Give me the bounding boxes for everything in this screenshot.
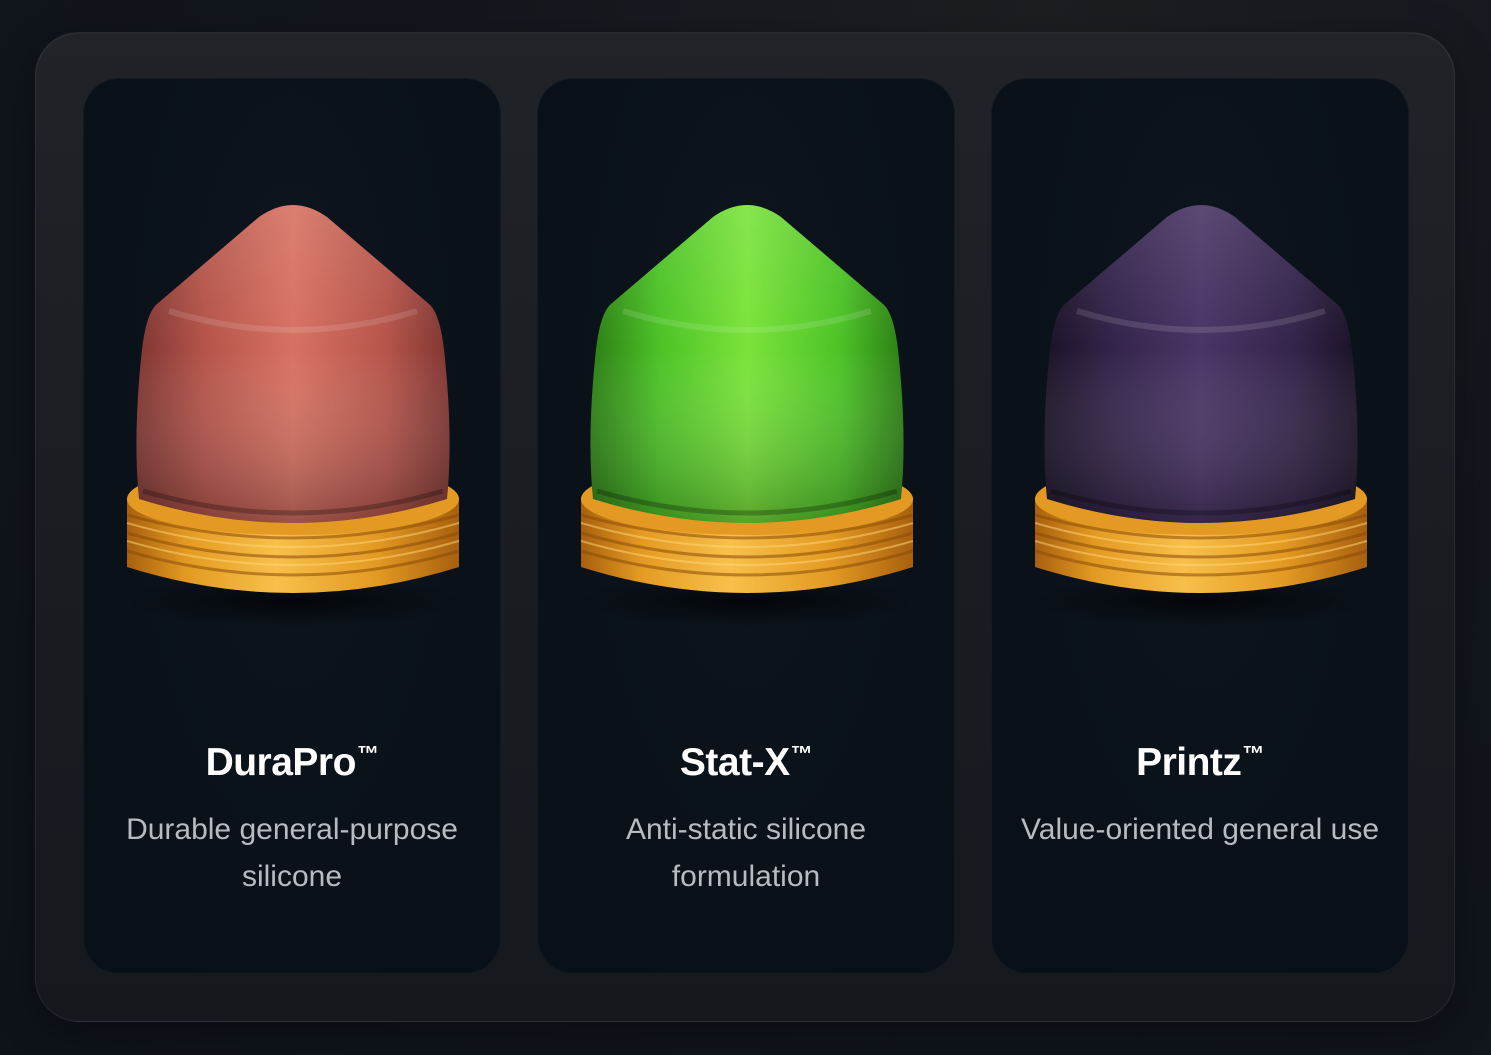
product-title: DuraPro™ (205, 741, 379, 784)
product-description: Anti-static silicone formulation (625, 813, 867, 893)
product-description: Value-oriented general use (1020, 813, 1380, 846)
product-description: Durable general-purpose silicone (126, 813, 458, 893)
pad-printing-pad-icon (1031, 205, 1371, 627)
pad-printing-pad-icon (123, 205, 463, 627)
product-card-stat-x[interactable]: Stat-X™ Anti-static silicone formulation (537, 78, 955, 974)
pad-printing-pad-icon (577, 205, 917, 627)
product-card-printz[interactable]: Printz™ Value-oriented general use (991, 78, 1409, 974)
product-title: Printz™ (1136, 741, 1264, 784)
product-title: Stat-X™ (679, 741, 813, 784)
product-card-durapro[interactable]: DuraPro™ Durable general-purpose silicon… (83, 78, 501, 974)
